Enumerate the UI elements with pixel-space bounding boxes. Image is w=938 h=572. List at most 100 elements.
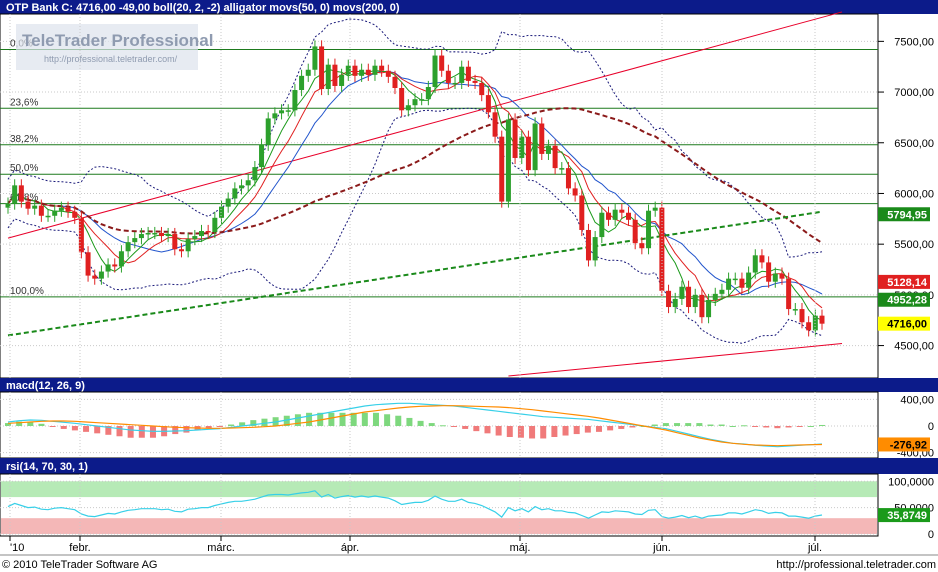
candle-body [806, 322, 812, 331]
candle-body [259, 144, 265, 168]
macd-hist-bar [819, 424, 825, 426]
candle-body [712, 293, 718, 300]
macd-hist-bar [451, 426, 458, 427]
candle-body [786, 278, 792, 310]
candle-body [332, 64, 338, 86]
candle-body [65, 207, 71, 212]
candle-body [312, 46, 318, 70]
candle-body [592, 237, 598, 261]
x-tick-label: máj. [510, 542, 531, 554]
watermark-brand: TeleTrader Professional [22, 31, 213, 50]
candle-body [98, 271, 104, 279]
candle-body [192, 236, 198, 240]
candle-body [125, 242, 131, 252]
candle-body [646, 210, 652, 249]
macd-hist-bar [495, 426, 502, 436]
candle-body [666, 290, 672, 308]
candle-body [746, 272, 752, 288]
macd-hist-bar [551, 426, 558, 437]
macd-hist-bar [116, 426, 123, 437]
candle-body [219, 206, 225, 218]
macd-hist-bar [228, 424, 235, 426]
candle-body [392, 76, 398, 88]
candle-body [626, 212, 632, 220]
macd-hist-bar [428, 423, 435, 426]
candle-body [719, 289, 725, 294]
macd-hist-bar [60, 426, 67, 429]
candle-body [459, 66, 465, 83]
candle-body [232, 188, 238, 199]
rsi-header-title: rsi(14, 70, 30, 1) [6, 461, 88, 473]
macd-tick-label: 0 [928, 421, 934, 433]
candle-body [732, 278, 738, 281]
candle-body [52, 210, 58, 216]
macd-hist-bar [473, 426, 480, 432]
macd-hist-bar [395, 415, 402, 426]
macd-hist-bar [674, 423, 681, 426]
chart-canvas: OTP Bank C: 4716,00 -49,00 boll(20, 2, -… [0, 0, 938, 571]
candle-body [419, 99, 425, 101]
candle-body [499, 136, 505, 202]
value-tags: 5794,95 5128,14 4952,28 4716,00 [878, 207, 930, 331]
candle-body [452, 82, 458, 85]
candle-body [365, 69, 371, 75]
candle-body [379, 65, 385, 71]
macd-hist-bar [484, 426, 491, 434]
macd-hist-bar [71, 426, 78, 431]
macd-hist-bar [595, 426, 602, 432]
macd-hist-bar [384, 414, 391, 426]
macd-hist-bar [339, 412, 346, 426]
macd-hist-bar [439, 425, 446, 427]
candle-body [479, 82, 485, 96]
candle-body [519, 136, 525, 158]
candle-body [632, 219, 638, 244]
candle-body [512, 119, 518, 158]
macd-hist-bar [417, 420, 424, 426]
candle-body [779, 273, 785, 279]
macd-tick-label: 400,00 [900, 394, 934, 406]
candle-body [272, 113, 278, 119]
candle-body [105, 264, 111, 272]
candle-body [118, 251, 124, 267]
fib-level-label: 38,2% [10, 134, 38, 145]
value-tag-label: 4716,00 [887, 319, 927, 331]
value-tag-label: 5128,14 [887, 277, 928, 289]
price-tick-label: 5500,00 [894, 239, 934, 251]
candle-body [185, 239, 191, 252]
macd-hist-bar [651, 424, 658, 426]
candle-body [285, 110, 291, 112]
rsi-y-axis: 100,000050,0000035,8749 [878, 476, 934, 541]
watermark-url: http://professional.teletrader.com/ [44, 54, 178, 64]
macd-hist-bar [785, 426, 792, 428]
candle-body [819, 315, 825, 324]
price-tick-label: 7500,00 [894, 36, 934, 48]
macd-hist-bar [729, 426, 736, 427]
candle-body [759, 255, 765, 263]
candle-body [279, 110, 285, 114]
candle-body [405, 105, 411, 111]
macd-hist-bar [38, 423, 45, 426]
candle-body [772, 273, 778, 282]
candle-body [385, 70, 391, 77]
rsi-value-tag-label: 35,8749 [887, 510, 927, 522]
candle-body [319, 46, 325, 90]
candle-body [265, 118, 271, 145]
candle-body [465, 66, 471, 81]
macd-hist-bar [127, 426, 134, 438]
macd-hist-bar [584, 426, 591, 433]
candle-body [72, 211, 78, 218]
candle-body [299, 75, 305, 91]
macd-hist-bar [328, 412, 335, 426]
candle-body [245, 180, 251, 186]
candle-body [152, 233, 158, 235]
rsi-overbought-band [1, 481, 877, 498]
candle-body [5, 203, 11, 208]
candle-body [239, 185, 245, 189]
macd-hist-bar [718, 424, 725, 426]
candle-body [619, 209, 625, 213]
candle-body [78, 217, 84, 253]
macd-hist-bar [618, 426, 625, 429]
macd-hist-bar [361, 412, 368, 426]
macd-hist-bar [183, 426, 190, 433]
macd-hist-bar [796, 426, 803, 427]
